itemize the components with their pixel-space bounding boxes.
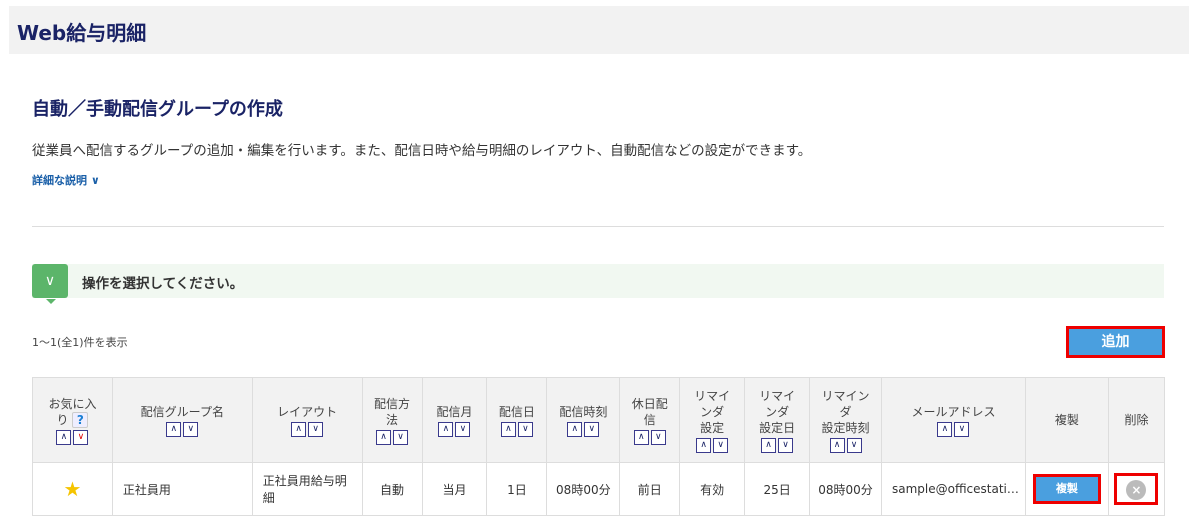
- header-label: り: [56, 412, 69, 427]
- col-copy: 複製: [1024, 377, 1109, 463]
- sort-asc-icon[interactable]: ∧: [438, 421, 454, 437]
- page-description: 従業員へ配信するグループの追加・編集を行います。また、配信日時や給与明細のレイア…: [32, 143, 812, 159]
- month-cell: 当月: [421, 462, 488, 516]
- sort-desc-icon[interactable]: ∨: [778, 437, 794, 453]
- col-email: メールアドレス ∧ ∨: [880, 377, 1026, 463]
- header-label: リマイン: [821, 388, 870, 403]
- sort-desc-icon[interactable]: ∨: [954, 421, 970, 437]
- copy-button[interactable]: 複製: [1032, 474, 1101, 504]
- reminder-day-cell: 25日: [744, 462, 811, 516]
- col-time: 配信時刻 ∧ ∨: [546, 377, 621, 463]
- sort-asc-icon[interactable]: ∧: [567, 421, 583, 437]
- cell-text: 細: [262, 491, 275, 505]
- sort-asc-icon[interactable]: ∧: [166, 421, 182, 437]
- time-cell: 08時00分: [546, 462, 621, 516]
- sort-asc-icon[interactable]: ∧: [56, 429, 72, 445]
- sort-desc-icon[interactable]: ∨: [650, 429, 666, 445]
- sort-desc-icon[interactable]: ∨: [393, 429, 409, 445]
- col-holiday: 休日配信 ∧ ∨: [619, 377, 681, 463]
- sort-asc-icon[interactable]: ∧: [937, 421, 953, 437]
- operation-prompt: 操作を選択してください。: [82, 276, 244, 292]
- header-label: 配信グループ名: [140, 404, 224, 419]
- sort-desc-icon[interactable]: ∨: [517, 421, 533, 437]
- header-label: リマイ: [759, 388, 796, 403]
- result-count: 1〜1(全1)件を表示: [32, 336, 128, 349]
- header-label: 信: [643, 412, 656, 427]
- page-title: 自動／手動配信グループの作成: [32, 99, 283, 120]
- method-cell: 自動: [361, 462, 423, 516]
- sort-desc-icon[interactable]: ∨: [584, 421, 600, 437]
- layout-cell: 正社員用給与明細: [251, 462, 363, 516]
- col-reminder-day: リマイ ンダ 設定日 ∧ ∨: [744, 377, 811, 463]
- sort-desc-icon[interactable]: ∨: [183, 421, 199, 437]
- header-label: 設定: [700, 420, 725, 435]
- col-method: 配信方法 ∧ ∨: [361, 377, 423, 463]
- chevron-down-icon[interactable]: ∨: [32, 264, 68, 304]
- header-label: 配信方: [374, 396, 411, 411]
- col-group-name: 配信グループ名 ∧ ∨: [111, 377, 253, 463]
- cell-text: 正社員用給与明: [262, 474, 347, 488]
- sort-desc-icon[interactable]: ∨: [846, 437, 862, 453]
- delete-button[interactable]: ×: [1114, 473, 1159, 505]
- divider: [32, 226, 1164, 227]
- col-favorite: お気に入り ? ∧ ∨: [32, 377, 113, 463]
- table-header-row: お気に入り ? ∧ ∨ 配信グループ名 ∧ ∨ レイアウト ∧ ∨ 配信方法 ∧ ∨ 配信月 ∧ ∨…: [32, 377, 1166, 463]
- header-label: ダ: [839, 404, 852, 419]
- sort-desc-icon[interactable]: ∨: [308, 421, 324, 437]
- header-label: 設定日: [759, 420, 796, 435]
- group-name-link[interactable]: 正社員用: [111, 462, 253, 516]
- header-label: 配信時刻: [559, 404, 608, 419]
- help-icon[interactable]: ?: [72, 411, 89, 428]
- col-reminder: リマイ ンダ 設定 ∧ ∨: [679, 377, 746, 463]
- header-label: 配信日: [498, 404, 535, 419]
- day-cell: 1日: [486, 462, 548, 516]
- sort-desc-icon[interactable]: ∨: [713, 437, 729, 453]
- app-title: Web給与明細: [17, 21, 147, 45]
- col-reminder-time: リマインダ設定時刻 ∧ ∨: [809, 377, 882, 463]
- col-month: 配信月 ∧ ∨: [421, 377, 488, 463]
- header-label: お気に入: [48, 396, 97, 411]
- star-icon[interactable]: ★: [63, 477, 81, 501]
- header-label: 法: [386, 412, 399, 427]
- sort-desc-icon[interactable]: ∨: [73, 429, 89, 445]
- sort-asc-icon[interactable]: ∧: [376, 429, 392, 445]
- header-label: ンダ: [765, 404, 790, 419]
- reminder-time-cell: 08時00分: [809, 462, 882, 516]
- sort-desc-icon[interactable]: ∨: [455, 421, 471, 437]
- email-cell: sample@officestati…: [880, 462, 1026, 516]
- sort-asc-icon[interactable]: ∧: [696, 437, 712, 453]
- col-day: 配信日 ∧ ∨: [486, 377, 548, 463]
- holiday-cell: 前日: [619, 462, 681, 516]
- sort-asc-icon[interactable]: ∧: [291, 421, 307, 437]
- table-row: ★ 正社員用 正社員用給与明細 自動 当月 1日 08時00分 前日 有効 25…: [32, 462, 1166, 516]
- details-link[interactable]: 詳細な説明 ∨: [32, 172, 100, 188]
- group-table: お気に入り ? ∧ ∨ 配信グループ名 ∧ ∨ レイアウト ∧ ∨ 配信方法 ∧ ∨ 配信月 ∧ ∨…: [32, 377, 1166, 516]
- close-icon: ×: [1126, 480, 1147, 500]
- sort-asc-icon[interactable]: ∧: [829, 437, 845, 453]
- col-delete: 削除: [1107, 377, 1166, 463]
- header-label: レイアウト: [277, 404, 338, 419]
- operation-bar[interactable]: ∨ 操作を選択してください。: [32, 264, 1164, 304]
- header-label: 設定時刻: [821, 420, 870, 435]
- header-label: リマイ: [694, 388, 731, 403]
- add-button[interactable]: 追加: [1066, 326, 1165, 358]
- sort-asc-icon[interactable]: ∧: [500, 421, 516, 437]
- header-label: ンダ: [700, 404, 725, 419]
- sort-asc-icon[interactable]: ∧: [633, 429, 649, 445]
- header-label: メールアドレス: [911, 404, 996, 419]
- header-label: 休日配: [631, 396, 668, 411]
- sort-asc-icon[interactable]: ∧: [761, 437, 777, 453]
- header-label: 配信月: [436, 404, 473, 419]
- app-header: Web給与明細: [9, 6, 1189, 54]
- col-layout: レイアウト ∧ ∨: [251, 377, 363, 463]
- reminder-cell: 有効: [679, 462, 746, 516]
